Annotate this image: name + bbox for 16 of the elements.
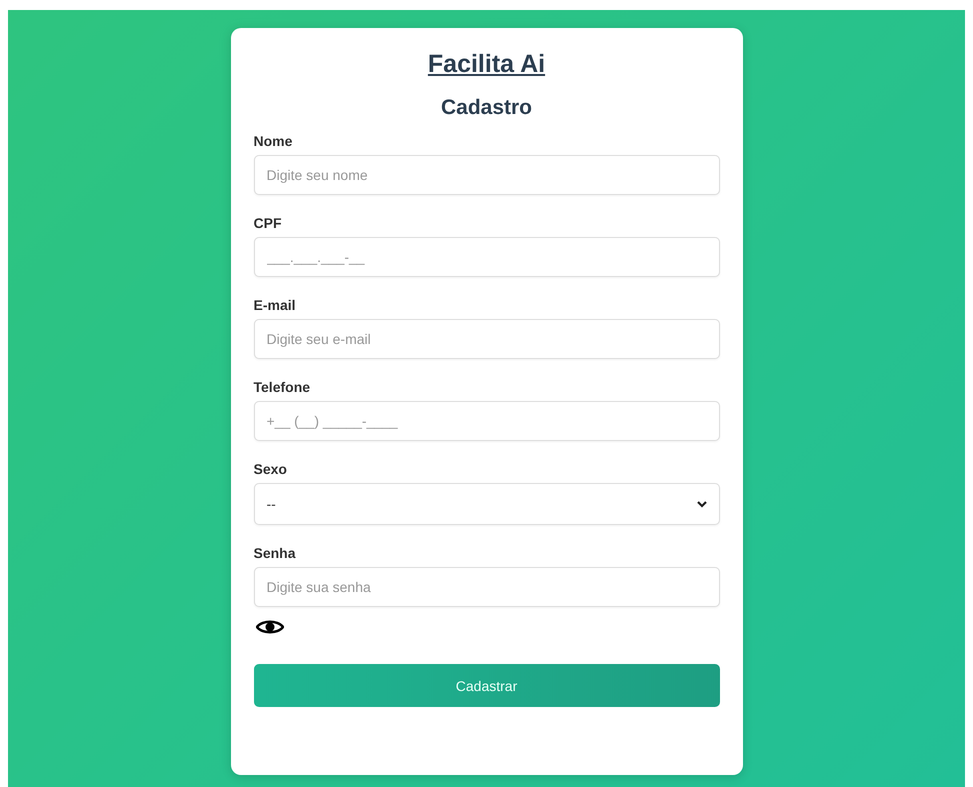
input-field[interactable]: Digite seu e-mail bbox=[254, 319, 720, 359]
select-field[interactable]: -- bbox=[254, 483, 720, 525]
field-label: Nome bbox=[254, 133, 292, 149]
input-field[interactable]: +__ (__) _____-____ bbox=[254, 401, 720, 441]
field-label: E-mail bbox=[254, 297, 296, 313]
field-label: Telefone bbox=[254, 379, 310, 395]
chevron-icon bbox=[696, 500, 706, 508]
form-title: Cadastro bbox=[440, 96, 534, 120]
field-label: CPF bbox=[254, 215, 282, 231]
eye-icon[interactable] bbox=[256, 619, 284, 635]
input-field[interactable]: Digite seu nome bbox=[254, 155, 720, 195]
field-label: Senha bbox=[254, 545, 296, 561]
input-field[interactable]: ___.___.___-__ bbox=[254, 237, 720, 277]
brand-link[interactable]: Facilita Ai bbox=[428, 50, 546, 78]
field-label: Sexo bbox=[254, 461, 287, 477]
input-field[interactable]: Digite sua senha bbox=[254, 567, 720, 607]
